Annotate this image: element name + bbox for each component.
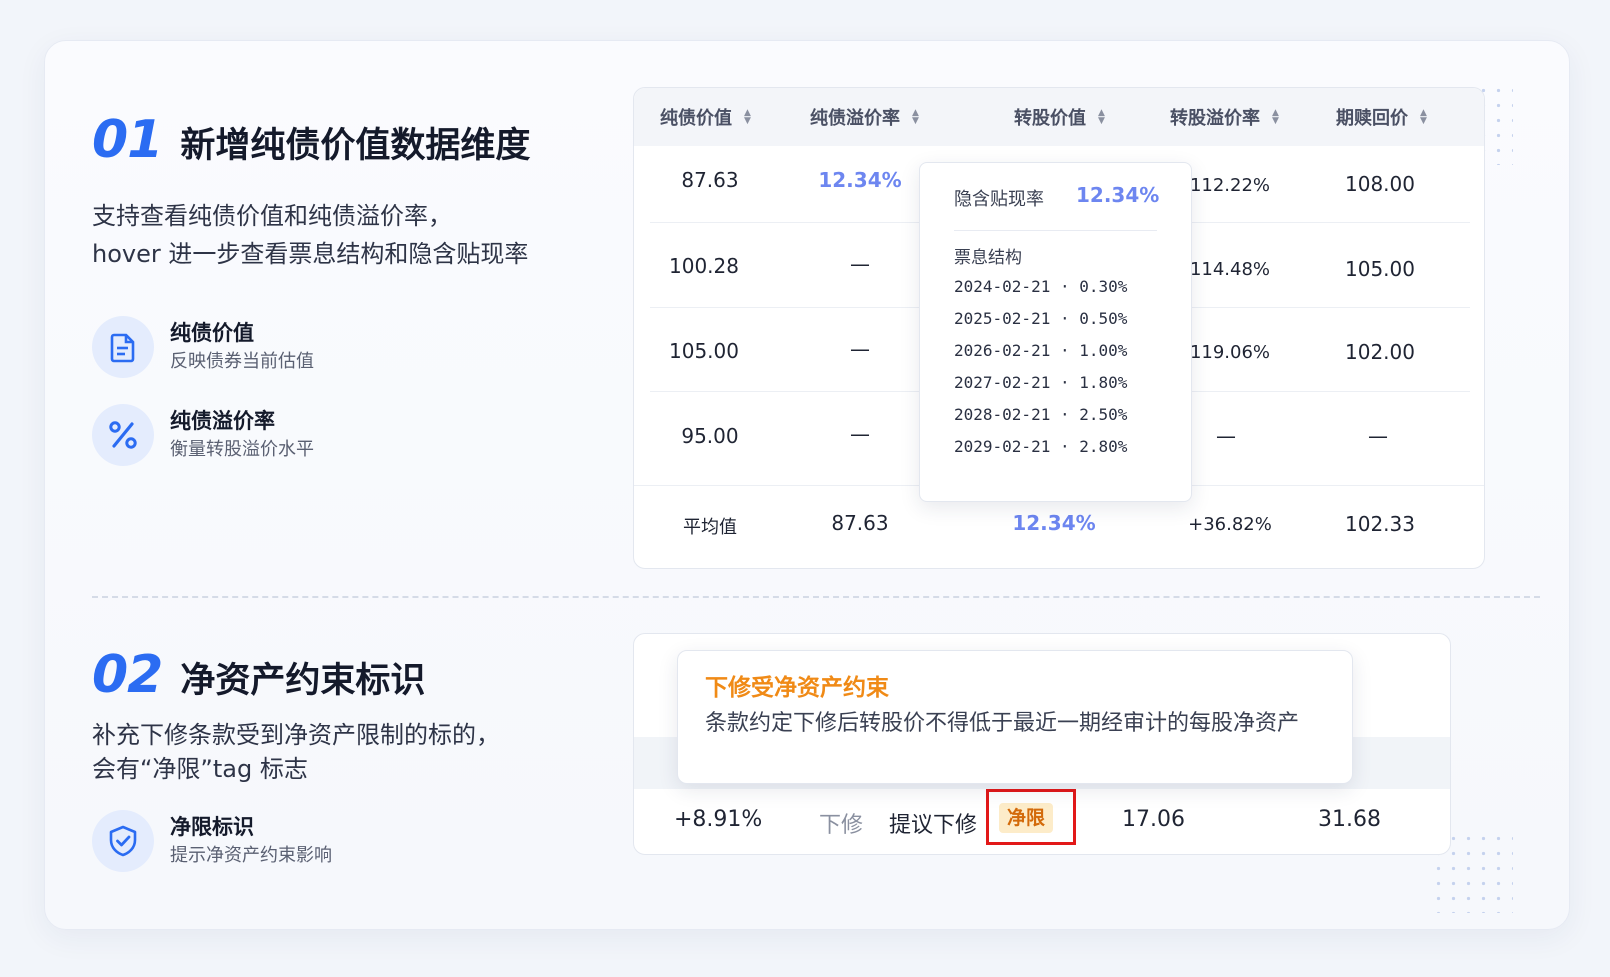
section2-number: 02 xyxy=(92,645,163,705)
column-header-pure-bond-premium[interactable]: 纯债溢价率 ▲ ▼ xyxy=(810,88,919,146)
sort-icon[interactable]: ▲ ▼ xyxy=(1272,109,1279,126)
sort-icon[interactable]: ▲ ▼ xyxy=(744,109,751,126)
column-header-label: 纯债价值 xyxy=(660,108,732,129)
percent-icon xyxy=(92,404,154,466)
coupon-item: 2024-02-21 · 0.30% xyxy=(954,277,1128,296)
table-cell: — xyxy=(1368,424,1388,448)
column-header-conversion-value[interactable]: 转股价值 ▲ ▼ xyxy=(1014,88,1105,146)
table-cell: — xyxy=(850,337,870,361)
coupon-structure-tooltip: 隐含贴现率 12.34% 票息结构 2024-02-21 · 0.30% 202… xyxy=(919,162,1192,502)
table-cell: 87.63 xyxy=(681,168,739,192)
table-cell: 95.00 xyxy=(681,424,739,448)
column-header-label: 纯债溢价率 xyxy=(810,108,900,129)
table-footer-cell: 12.34% xyxy=(1012,511,1096,535)
section2-desc-line2: 会有“净限”tag 标志 xyxy=(92,755,308,783)
sort-icon[interactable]: ▲ ▼ xyxy=(1420,109,1427,126)
table-footer-cell: +36.82% xyxy=(1188,514,1272,535)
section2-title: 净资产约束标识 xyxy=(180,661,426,701)
coupon-item: 2029-02-21 · 2.80% xyxy=(954,437,1128,456)
section2-desc-line1: 补充下修条款受到净资产限制的标的， xyxy=(92,721,500,749)
column-header-label: 转股价值 xyxy=(1014,108,1086,129)
tooltip-title: 下修受净资产约束 xyxy=(705,675,889,701)
feature-title: 纯债价值 xyxy=(170,321,254,345)
sort-icon[interactable]: ▲ ▼ xyxy=(1098,109,1105,126)
row-price-cell: 31.68 xyxy=(1318,807,1381,832)
row-status-cell: 提议下修 xyxy=(889,813,978,838)
feature-title: 净限标识 xyxy=(170,815,254,839)
feature-pure-bond-value: 纯债价值 反映债券当前估值 xyxy=(92,316,314,378)
table-footer-cell: 87.63 xyxy=(831,511,889,535)
net-asset-constraint-tooltip: 下修受净资产约束 条款约定下修后转股价不得低于最近一期经审计的每股净资产 xyxy=(677,650,1353,784)
section1-desc-line2: hover 进一步查看票息结构和隐含贴现率 xyxy=(92,240,529,268)
table-cell: 108.00 xyxy=(1345,172,1415,196)
table-cell: 105.00 xyxy=(1345,257,1415,281)
row-type-cell: 下修 xyxy=(819,813,864,838)
tooltip-discount-rate-label: 隐含贴现率 xyxy=(954,189,1044,210)
feature-subtitle: 反映债券当前估值 xyxy=(170,351,314,372)
section-divider xyxy=(92,596,1540,598)
section2-description: 补充下修条款受到净资产限制的标的， 会有“净限”tag 标志 xyxy=(92,718,500,786)
table-cell: — xyxy=(850,422,870,446)
tooltip-body: 条款约定下修后转股价不得低于最近一期经审计的每股净资产 xyxy=(705,711,1300,736)
tooltip-divider xyxy=(954,230,1157,231)
section1-heading: 01 新增纯债价值数据维度 xyxy=(92,110,530,170)
document-icon xyxy=(92,316,154,378)
section1-desc-line1: 支持查看纯债价值和纯债溢价率， xyxy=(92,202,452,230)
coupon-item: 2027-02-21 · 1.80% xyxy=(954,373,1128,392)
row-change-cell: +8.91% xyxy=(674,807,763,832)
table-cell: 100.28 xyxy=(669,254,739,278)
column-header-redemption-price[interactable]: 期赎回价 ▲ ▼ xyxy=(1336,88,1427,146)
column-header-pure-bond-value[interactable]: 纯债价值 ▲ ▼ xyxy=(660,88,751,146)
net-asset-limit-tag[interactable]: 净限 xyxy=(999,803,1054,833)
shield-check-icon xyxy=(92,810,154,872)
coupon-item: 2025-02-21 · 0.50% xyxy=(954,309,1128,328)
feature-subtitle: 衡量转股溢价水平 xyxy=(170,439,314,460)
table-footer-cell: 102.33 xyxy=(1345,512,1415,536)
section1-description: 支持查看纯债价值和纯债溢价率， hover 进一步查看票息结构和隐含贴现率 xyxy=(92,197,528,273)
coupon-item: 2028-02-21 · 2.50% xyxy=(954,405,1128,424)
table-footer-label: 平均值 xyxy=(683,517,737,538)
section2-heading: 02 净资产约束标识 xyxy=(92,645,425,705)
feature-pure-bond-premium: 纯债溢价率 衡量转股溢价水平 xyxy=(92,404,314,466)
coupon-item: 2026-02-21 · 1.00% xyxy=(954,341,1128,360)
tooltip-discount-rate-value: 12.34% xyxy=(1076,183,1160,207)
highlight-marker: 净限 xyxy=(986,789,1076,845)
column-header-label: 转股溢价率 xyxy=(1170,108,1260,129)
table-cell: — xyxy=(850,252,870,276)
feature-title: 纯债溢价率 xyxy=(170,409,275,433)
table-cell: 102.00 xyxy=(1345,340,1415,364)
table-cell-premium-link[interactable]: 12.34% xyxy=(790,168,930,192)
section1-title: 新增纯债价值数据维度 xyxy=(180,126,531,166)
sort-icon[interactable]: ▲ ▼ xyxy=(912,109,919,126)
feature-net-asset-tag: 净限标识 提示净资产约束影响 xyxy=(92,810,332,872)
column-header-conversion-premium[interactable]: 转股溢价率 ▲ ▼ xyxy=(1170,88,1279,146)
column-header-label: 期赎回价 xyxy=(1336,108,1408,129)
feature-subtitle: 提示净资产约束影响 xyxy=(170,845,332,866)
table-cell: 105.00 xyxy=(669,339,739,363)
section1-number: 01 xyxy=(92,110,163,170)
tooltip-coupon-title: 票息结构 xyxy=(954,248,1022,268)
row-price-cell: 17.06 xyxy=(1122,807,1185,832)
